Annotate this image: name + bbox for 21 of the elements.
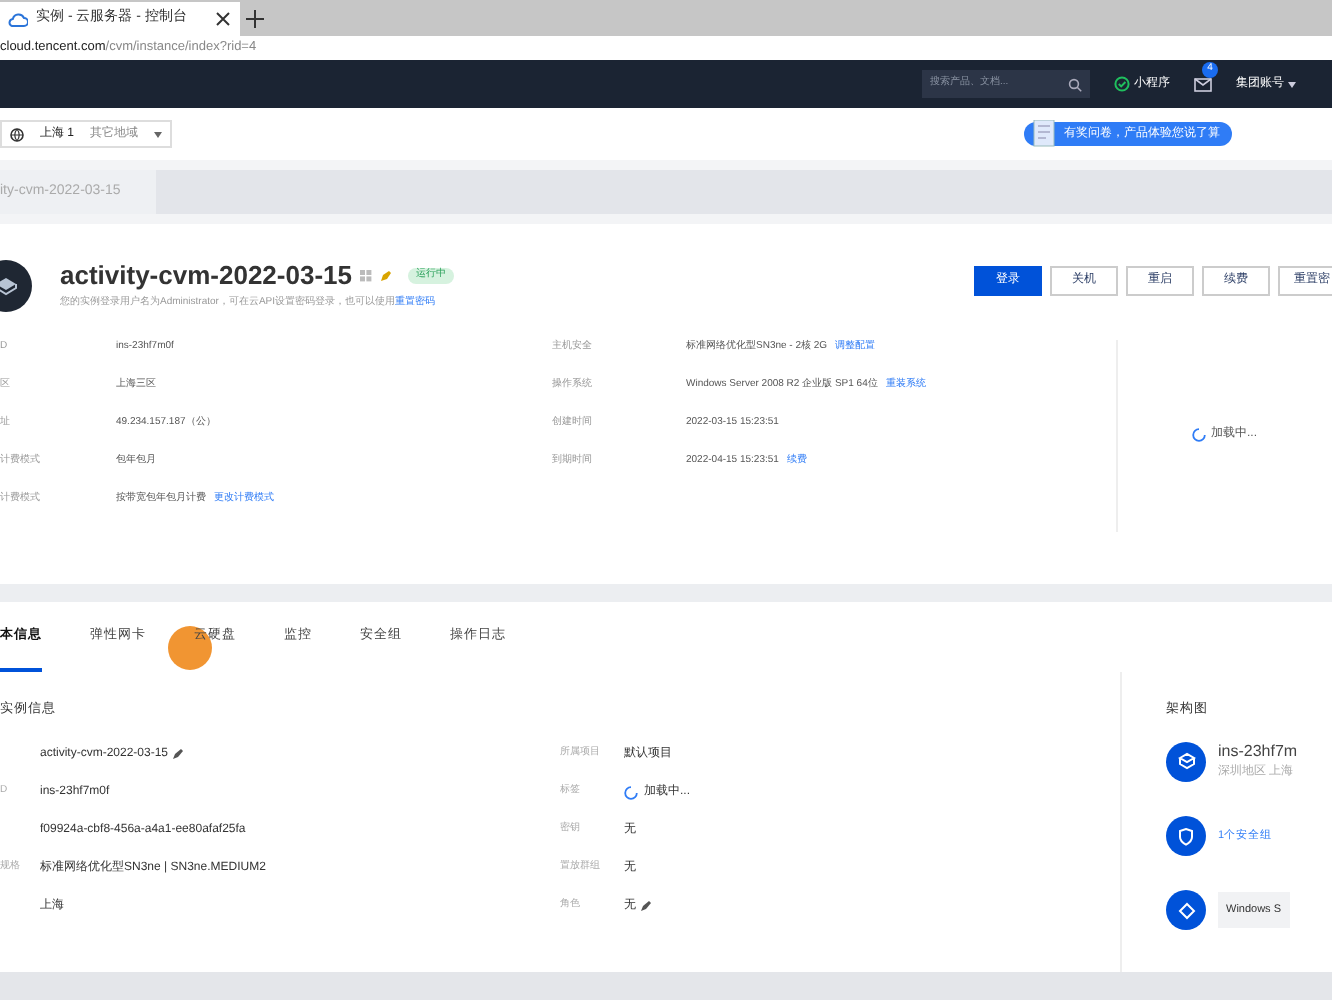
instance-id: ins-23hf7m	[1218, 740, 1298, 764]
architecture-node-icon	[1166, 741, 1206, 781]
architecture-node-icon	[1166, 890, 1206, 930]
loading-spinner-icon	[1192, 428, 1207, 442]
caret-icon	[1288, 81, 1296, 87]
document-icon	[1032, 120, 1056, 148]
edit-icon[interactable]	[640, 900, 652, 912]
windows-icon	[359, 270, 372, 282]
loading-spinner-icon	[624, 785, 638, 799]
search-icon	[1068, 77, 1082, 91]
caret-icon	[154, 131, 163, 137]
architecture-node-icon	[1166, 816, 1206, 856]
mail-icon[interactable]	[1194, 77, 1212, 91]
click-indicator	[168, 626, 212, 670]
close-icon[interactable]	[216, 12, 230, 26]
new-tab-icon[interactable]	[246, 10, 264, 28]
edit-icon[interactable]	[172, 748, 185, 760]
instance-name: activity-cvm-2022-03-15	[60, 258, 352, 295]
globe-icon	[10, 127, 24, 141]
check-circle-icon	[1114, 76, 1130, 92]
cloud-icon	[8, 11, 28, 27]
